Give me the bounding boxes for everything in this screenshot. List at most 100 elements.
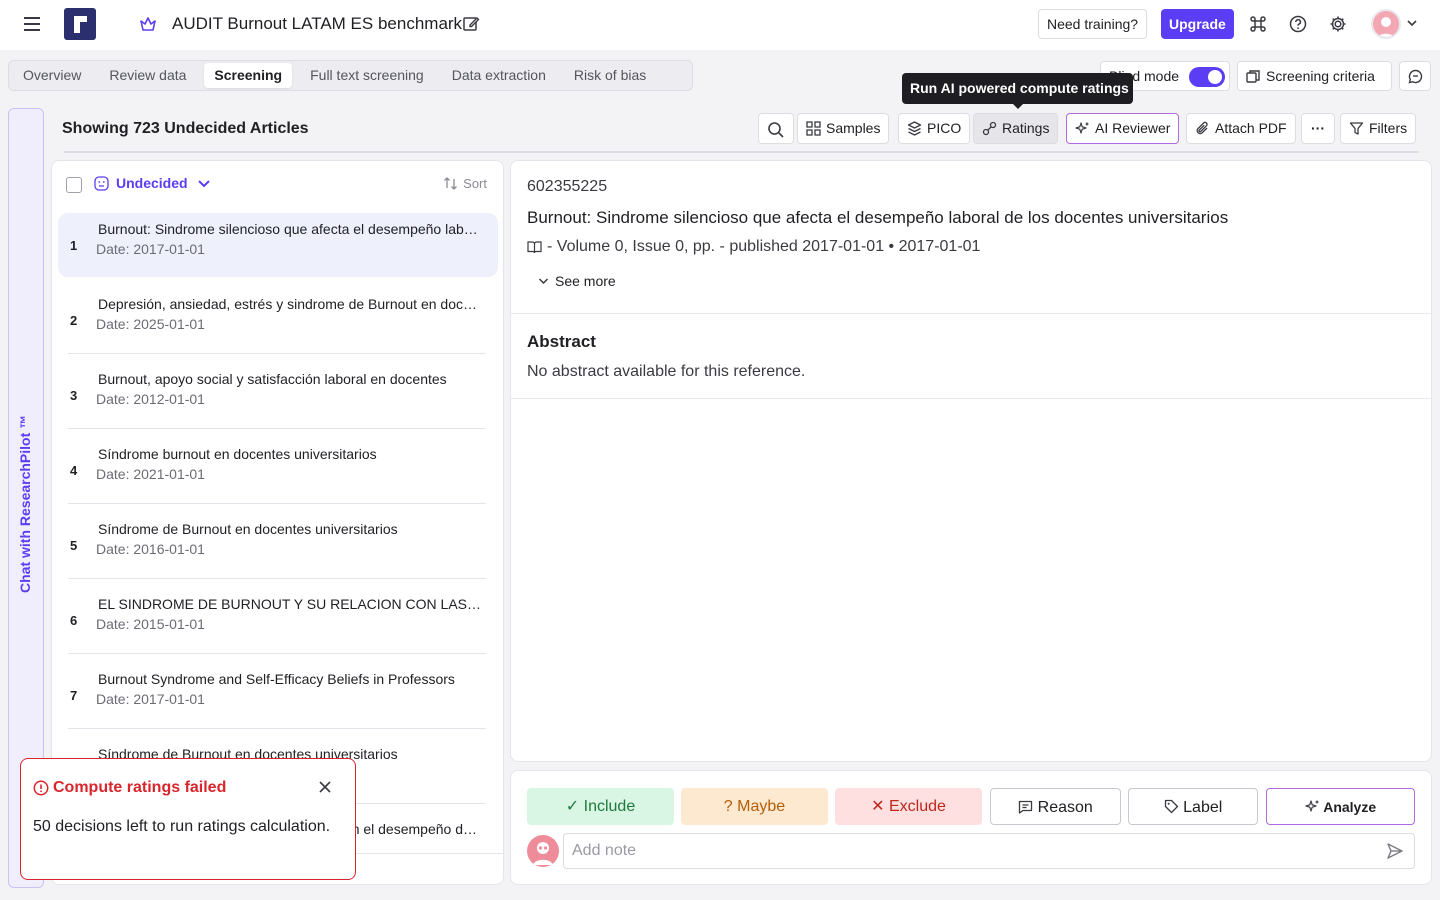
list-item-title: Depresión, ansiedad, estrés y sindrome d… — [98, 296, 482, 312]
tab-data-extraction[interactable]: Data extraction — [442, 63, 556, 88]
list-item-date: Date: 2017-01-01 — [96, 241, 205, 257]
filter-icon — [1349, 122, 1364, 135]
sort-label: Sort — [463, 176, 487, 191]
blind-mode-toggle[interactable] — [1189, 67, 1225, 87]
row-divider — [68, 428, 486, 429]
maybe-button[interactable]: ? Maybe — [681, 788, 828, 825]
tag-icon — [1164, 799, 1178, 814]
exclude-button[interactable]: ✕ Exclude — [835, 788, 982, 825]
toast-message: 50 decisions left to run ratings calcula… — [33, 818, 331, 835]
row-divider — [68, 503, 486, 504]
top-bar: AUDIT Burnout LATAM ES benchmark Need tr… — [0, 0, 1440, 50]
sort-icon — [444, 177, 458, 190]
samples-button[interactable]: Samples — [797, 113, 890, 144]
filters-button[interactable]: Filters — [1340, 113, 1417, 144]
list-item[interactable]: 2 Depresión, ansiedad, estrés y sindrome… — [58, 288, 498, 352]
layers-icon — [907, 121, 922, 136]
tab-screening[interactable]: Screening — [204, 63, 293, 88]
researchpilot-chat-label[interactable]: Chat with ResearchPilot ™ — [17, 415, 33, 593]
project-title: AUDIT Burnout LATAM ES benchmark — [172, 14, 463, 33]
app-logo[interactable] — [64, 8, 96, 40]
screening-criteria-label: Screening criteria — [1266, 68, 1375, 84]
command-icon[interactable] — [1248, 14, 1268, 34]
ai-reviewer-button[interactable]: AI Reviewer — [1066, 113, 1180, 144]
neutral-face-icon — [94, 176, 109, 191]
list-item[interactable]: 6 EL SINDROME DE BURNOUT Y SU RELACION C… — [58, 588, 498, 652]
article-detail-panel: 602355225 Burnout: Sindrome silencioso q… — [510, 160, 1432, 762]
upgrade-button[interactable]: Upgrade — [1161, 9, 1234, 39]
list-item[interactable]: 1 Burnout: Sindrome silencioso que afect… — [58, 213, 498, 277]
list-item-number: 1 — [70, 238, 78, 253]
article-title: Burnout: Sindrome silencioso que afecta … — [527, 208, 1229, 227]
label-button[interactable]: Label — [1128, 788, 1258, 825]
article-list-header: Undecided Sort — [52, 161, 503, 205]
pico-button[interactable]: PICO — [898, 113, 971, 144]
see-more-toggle[interactable]: See more — [538, 273, 616, 289]
pico-label: PICO — [927, 120, 962, 136]
close-icon[interactable] — [317, 779, 333, 795]
copy-icon — [1246, 70, 1260, 83]
search-button[interactable] — [758, 113, 794, 144]
list-item-title: Síndrome burnout en docentes universitar… — [98, 446, 377, 462]
filters-label: Filters — [1369, 120, 1408, 136]
tab-full-text-screening[interactable]: Full text screening — [300, 63, 434, 88]
list-item-date: Date: 2012-01-01 — [96, 391, 205, 407]
row-divider — [68, 728, 486, 729]
attach-pdf-button[interactable]: Attach PDF — [1186, 113, 1296, 144]
status-filter-dropdown[interactable]: Undecided — [94, 175, 211, 191]
row-divider — [68, 353, 486, 354]
x-icon: ✕ — [871, 798, 885, 815]
alert-circle-icon — [33, 780, 49, 796]
add-note-input[interactable]: Add note — [563, 833, 1415, 869]
header-divider — [64, 151, 1419, 153]
ratings-icon — [982, 121, 997, 136]
user-avatar[interactable] — [1371, 9, 1401, 39]
error-toast: Compute ratings failed 50 decisions left… — [20, 758, 356, 880]
list-item[interactable]: 5 Síndrome de Burnout en docentes univer… — [58, 513, 498, 577]
tab-overview[interactable]: Overview — [13, 63, 91, 88]
chat-bubble-icon — [1408, 69, 1423, 84]
list-item[interactable]: 7 Burnout Syndrome and Self-Efficacy Bel… — [58, 663, 498, 727]
tab-review-data[interactable]: Review data — [99, 63, 196, 88]
ratings-label: Ratings — [1002, 120, 1050, 136]
tab-risk-of-bias[interactable]: Risk of bias — [564, 63, 656, 88]
row-divider — [68, 578, 486, 579]
list-item-date: Date: 2017-01-01 — [96, 691, 205, 707]
select-all-checkbox[interactable] — [66, 177, 82, 193]
paperclip-icon — [1196, 121, 1208, 135]
ratings-tooltip: Run AI powered compute ratings — [902, 73, 1133, 109]
include-label: Include — [583, 798, 636, 815]
analyze-button[interactable]: Analyze — [1266, 788, 1415, 825]
screening-criteria-button[interactable]: Screening criteria — [1237, 61, 1392, 91]
check-icon: ✓ — [565, 798, 580, 815]
more-options-button[interactable]: ··· — [1301, 113, 1335, 144]
crown-icon — [140, 17, 156, 31]
abstract-text: No abstract available for this reference… — [527, 363, 806, 380]
list-item-number: 3 — [70, 388, 78, 403]
menu-icon[interactable] — [22, 14, 42, 34]
book-icon — [527, 241, 542, 254]
send-icon[interactable] — [1386, 842, 1404, 860]
chevron-down-icon[interactable] — [1406, 18, 1418, 28]
list-item-date: Date: 2025-01-01 — [96, 316, 205, 332]
reason-button[interactable]: Reason — [990, 788, 1121, 825]
settings-gear-icon[interactable] — [1328, 14, 1348, 34]
list-item-title: EL SINDROME DE BURNOUT Y SU RELACION CON… — [98, 596, 482, 612]
include-button[interactable]: ✓ Include — [527, 788, 674, 825]
help-icon[interactable] — [1288, 14, 1308, 34]
list-item-title: Burnout Syndrome and Self-Efficacy Belie… — [98, 671, 455, 687]
list-item-number: 2 — [70, 313, 78, 328]
article-metadata: - Volume 0, Issue 0, pp. - published 201… — [527, 238, 980, 256]
list-item-date: Date: 2016-01-01 — [96, 541, 205, 557]
need-training-button[interactable]: Need training? — [1038, 9, 1148, 39]
article-meta-text: - Volume 0, Issue 0, pp. - published 201… — [547, 238, 981, 255]
edit-icon[interactable] — [462, 15, 480, 33]
articles-header: Showing 723 Undecided Articles Samples P… — [44, 108, 1440, 156]
ratings-button[interactable]: Ratings — [973, 113, 1059, 144]
list-item-number: 5 — [70, 538, 78, 553]
list-item[interactable]: 3 Burnout, apoyo social y satisfacción l… — [58, 363, 498, 427]
list-item[interactable]: 4 Síndrome burnout en docentes universit… — [58, 438, 498, 502]
comments-button[interactable] — [1399, 61, 1431, 91]
sort-button[interactable]: Sort — [443, 176, 487, 191]
grid-icon — [806, 121, 821, 136]
